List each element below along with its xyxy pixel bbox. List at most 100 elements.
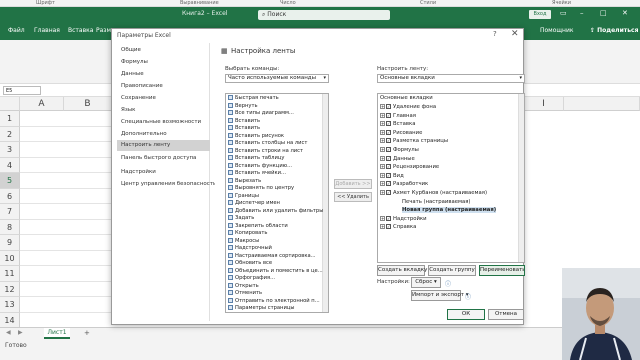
- add-sheet-icon[interactable]: +: [84, 329, 90, 337]
- expand-icon[interactable]: +: [380, 129, 385, 135]
- import-export-button[interactable]: Импорт и экспорт ▾: [411, 290, 469, 301]
- command-item[interactable]: Выровнять по центру: [228, 185, 294, 191]
- create-group-button[interactable]: Создать группу: [428, 265, 476, 276]
- tree-item[interactable]: + ✓ Вставка: [380, 121, 415, 127]
- expand-icon[interactable]: +: [380, 172, 385, 178]
- tab-checkbox[interactable]: ✓: [386, 215, 391, 221]
- tab-checkbox[interactable]: ✓: [386, 104, 391, 109]
- command-item[interactable]: Вставить ячейки...: [228, 170, 286, 176]
- command-item[interactable]: Вернуть: [228, 102, 258, 109]
- command-item[interactable]: Задать: [228, 215, 254, 221]
- tree-item[interactable]: + ✓ Рисование: [380, 129, 422, 136]
- remove-button[interactable]: << Удалить: [334, 192, 372, 202]
- expand-icon[interactable]: +: [380, 190, 385, 195]
- command-item[interactable]: Вставить строки на лист: [228, 147, 303, 154]
- command-item[interactable]: Все типы диаграмм...: [228, 110, 294, 116]
- expand-icon[interactable]: +: [380, 155, 385, 161]
- tab-insert[interactable]: Вставка: [68, 27, 93, 34]
- tab-assistant[interactable]: Помощник: [540, 27, 573, 34]
- nav-item-formulas[interactable]: Формулы: [121, 59, 148, 65]
- nav-item-advanced[interactable]: Дополнительно: [121, 131, 167, 137]
- dialog-close-icon[interactable]: ✕: [511, 29, 519, 39]
- row-header[interactable]: 10: [0, 250, 20, 266]
- close-icon[interactable]: ✕: [622, 9, 628, 17]
- tree-scrollbar[interactable]: [518, 94, 524, 262]
- command-item[interactable]: Вырезать: [228, 177, 261, 184]
- nav-item-customize-ribbon[interactable]: Настроить ленту: [117, 140, 210, 151]
- choose-commands-select[interactable]: Часто используемые команды ▾: [225, 74, 329, 83]
- expand-icon[interactable]: +: [380, 138, 385, 144]
- row-header[interactable]: 4: [0, 157, 20, 173]
- expand-icon[interactable]: +: [380, 104, 385, 109]
- nav-item-quick-access[interactable]: Панель быстрого доступа: [121, 155, 196, 161]
- command-item[interactable]: Быстрая печать: [228, 95, 279, 101]
- tab-file[interactable]: Файл: [8, 27, 25, 34]
- tree-item[interactable]: + ✓ Данные: [380, 155, 415, 162]
- row-header[interactable]: 13: [0, 297, 20, 313]
- commands-scrollbar[interactable]: [322, 94, 328, 312]
- nav-item-language[interactable]: Язык: [121, 107, 135, 113]
- tree-item[interactable]: + ✓ Ахмет Курбанов (настраиваемая): [380, 190, 487, 196]
- command-item[interactable]: Вставить рисунок: [228, 132, 284, 139]
- column-header[interactable]: A: [20, 97, 64, 111]
- search-input[interactable]: ⌕ Поиск: [258, 10, 390, 20]
- add-button[interactable]: Добавить >>: [334, 179, 372, 189]
- column-header[interactable]: I: [524, 97, 564, 111]
- command-item[interactable]: Отменить: [228, 290, 262, 296]
- tab-checkbox[interactable]: ✓: [386, 164, 391, 170]
- commands-list[interactable]: Быстрая печать Вернуть Все типы диаграмм..…: [225, 93, 329, 313]
- tree-item[interactable]: + ✓ Разработчик: [380, 181, 428, 187]
- tree-item[interactable]: Печать (настраиваемая): [402, 199, 470, 205]
- row-header[interactable]: 11: [0, 266, 20, 282]
- command-item[interactable]: Отправить по электронной п...: [228, 297, 320, 304]
- nav-item-trust-center[interactable]: Центр управления безопасностью: [121, 181, 221, 187]
- tab-home[interactable]: Главная: [34, 27, 60, 34]
- command-item[interactable]: Орфография...: [228, 275, 275, 281]
- column-header[interactable]: B: [64, 97, 112, 111]
- row-header[interactable]: 7: [0, 204, 20, 220]
- tree-item[interactable]: + ✓ Удаление фона: [380, 104, 436, 110]
- tree-item[interactable]: Новая группа (настраиваемая): [402, 207, 497, 214]
- sheet-tab[interactable]: Лист1: [44, 328, 70, 339]
- command-item[interactable]: Границы: [228, 192, 259, 199]
- reset-button[interactable]: Сброс ▾: [411, 277, 441, 288]
- row-header[interactable]: 14: [0, 312, 20, 328]
- share-button[interactable]: ⇪ Поделиться: [590, 27, 638, 34]
- row-header[interactable]: 9: [0, 235, 20, 251]
- tab-checkbox[interactable]: ✓: [386, 112, 391, 118]
- tree-item[interactable]: + ✓ Главная: [380, 112, 416, 119]
- help-icon[interactable]: ?: [493, 30, 497, 38]
- tab-checkbox[interactable]: ✓: [386, 190, 391, 195]
- ribbon-tree[interactable]: Основные вкладки + ✓ Удаление фона + ✓ Главна…: [377, 93, 525, 263]
- row-header[interactable]: 3: [0, 142, 20, 158]
- create-tab-button[interactable]: Создать вкладку: [377, 265, 427, 276]
- tab-checkbox[interactable]: ✓: [386, 181, 391, 187]
- expand-icon[interactable]: +: [380, 112, 385, 118]
- command-item[interactable]: Вставить столбцы на лист: [228, 140, 307, 146]
- command-item[interactable]: Объединить и поместить в це...: [228, 267, 323, 274]
- tab-layout[interactable]: Разм: [96, 27, 111, 34]
- expand-icon[interactable]: +: [380, 181, 385, 187]
- customize-ribbon-select[interactable]: Основные вкладки ▾: [377, 74, 525, 83]
- minimize-icon[interactable]: –: [580, 9, 584, 17]
- tab-checkbox[interactable]: ✓: [386, 138, 391, 144]
- select-all-corner[interactable]: [0, 97, 20, 111]
- tab-checkbox[interactable]: ✓: [386, 172, 391, 178]
- maximize-icon[interactable]: □: [600, 9, 607, 17]
- tab-checkbox[interactable]: ✓: [386, 147, 391, 152]
- nav-item-data[interactable]: Данные: [121, 71, 144, 77]
- nav-item-save[interactable]: Сохранение: [121, 95, 156, 101]
- expand-icon[interactable]: +: [380, 224, 385, 230]
- nav-item-general[interactable]: Общие: [121, 47, 141, 53]
- row-header[interactable]: 5: [0, 173, 20, 189]
- command-item[interactable]: Добавить или удалить фильтры: [228, 207, 323, 214]
- rename-button[interactable]: Переименовать...: [479, 265, 525, 276]
- tree-item[interactable]: + ✓ Разметка страницы: [380, 138, 448, 144]
- row-header[interactable]: 2: [0, 126, 20, 142]
- command-item[interactable]: Макросы: [228, 237, 259, 244]
- row-header[interactable]: 1: [0, 111, 20, 127]
- column-header-blank[interactable]: [564, 97, 640, 111]
- tab-checkbox[interactable]: ✓: [386, 224, 391, 230]
- expand-icon[interactable]: +: [380, 215, 385, 221]
- command-item[interactable]: Вставить: [228, 117, 260, 124]
